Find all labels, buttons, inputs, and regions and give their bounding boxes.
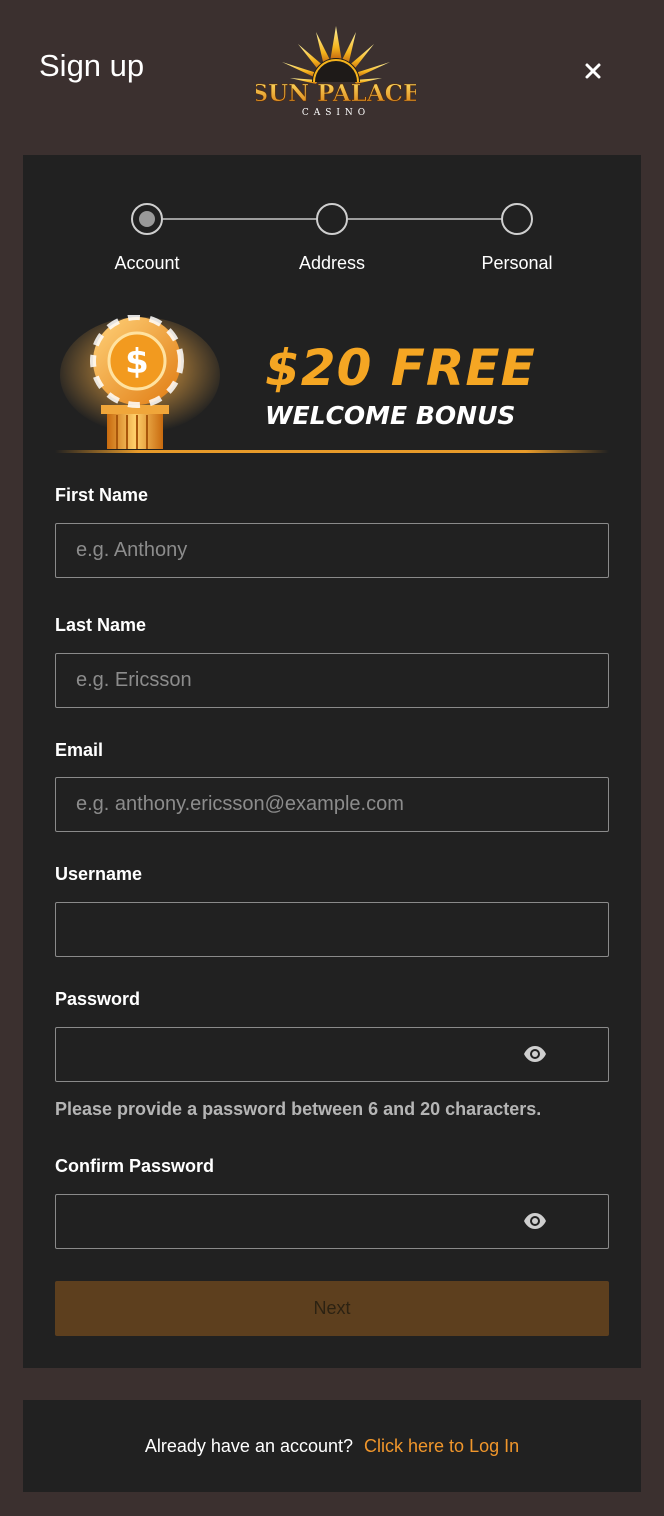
welcome-bonus-banner: $ $20 FREE WELCOME BONUS (55, 315, 609, 455)
step-account-indicator (131, 203, 163, 235)
step-label-account: Account (114, 253, 180, 273)
last-name-label: Last Name (55, 615, 147, 635)
login-link[interactable]: Click here to Log In (364, 1436, 519, 1457)
close-icon[interactable] (578, 56, 608, 86)
password-label: Password (55, 989, 141, 1009)
login-prompt-card: Already have an account? Click here to L… (23, 1400, 641, 1492)
email-input[interactable] (55, 777, 609, 832)
confirm-password-label: Confirm Password (55, 1156, 215, 1176)
signup-card: Account Address Personal $ $20 FREE WELC… (23, 155, 641, 1368)
svg-text:$: $ (125, 342, 149, 382)
bonus-subtitle: WELCOME BONUS (265, 401, 516, 430)
show-password-eye-icon[interactable] (523, 1045, 547, 1063)
banner-divider (55, 450, 609, 453)
step-address-indicator (316, 203, 348, 235)
first-name-input[interactable] (55, 523, 609, 578)
show-confirm-password-eye-icon[interactable] (523, 1212, 547, 1230)
username-input[interactable] (55, 902, 609, 957)
header: Sign up SUN PALACE CASINO (0, 0, 664, 155)
last-name-input[interactable] (55, 653, 609, 708)
step-label-address: Address (298, 253, 366, 273)
sun-palace-logo: SUN PALACE CASINO (256, 26, 416, 118)
next-button[interactable]: Next (55, 1281, 609, 1336)
step-personal-indicator (501, 203, 533, 235)
logo-text: SUN PALACE (256, 80, 416, 107)
logo-subtext: CASINO (302, 108, 370, 118)
login-question: Already have an account? (144, 1435, 354, 1456)
step-label-personal: Personal (481, 253, 553, 273)
step-connector (348, 218, 502, 220)
bonus-amount: $20 FREE (265, 339, 536, 397)
email-label: Email (55, 740, 104, 760)
progress-stepper: Account Address Personal (23, 195, 641, 285)
login-prompt: Already have an account? Click here to L… (23, 1400, 641, 1492)
password-hint: Please provide a password between 6 and … (55, 1099, 542, 1119)
dollar-chip-pedestal-icon: $ (60, 315, 220, 449)
username-label: Username (55, 864, 143, 884)
step-connector (163, 218, 317, 220)
first-name-label: First Name (55, 485, 149, 505)
page-title: Sign up (39, 48, 145, 83)
